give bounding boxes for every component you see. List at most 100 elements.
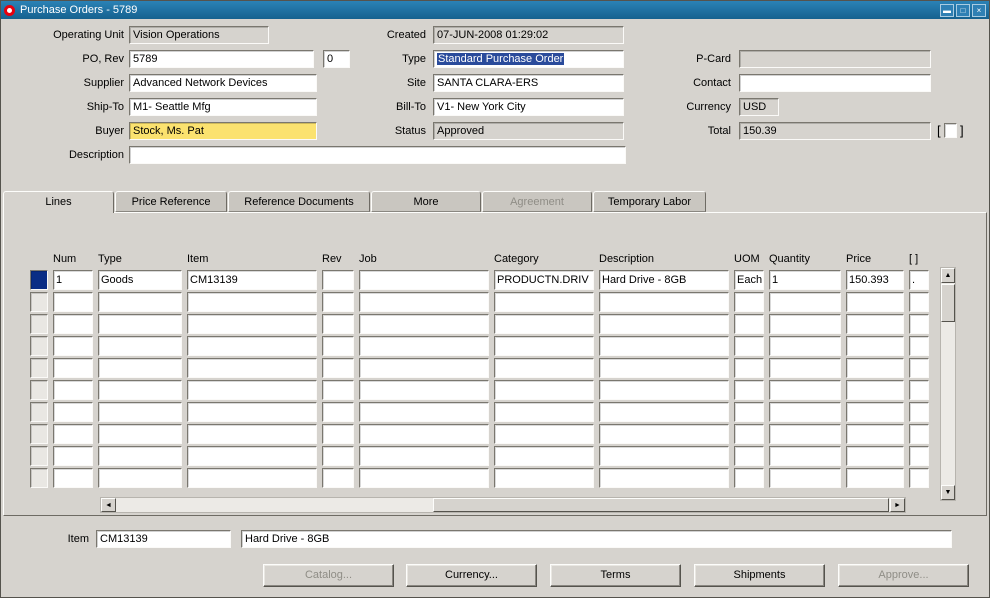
cell-flag[interactable] (909, 380, 929, 400)
cell-quantity[interactable] (769, 358, 841, 378)
table-row[interactable] (30, 380, 929, 400)
cell-job[interactable] (359, 358, 489, 378)
cell-price[interactable] (846, 468, 904, 488)
titlebar[interactable]: Purchase Orders - 5789 ▬ □ × (1, 1, 989, 19)
cell-category[interactable] (494, 380, 594, 400)
table-row[interactable] (30, 314, 929, 334)
cell-description[interactable] (599, 314, 729, 334)
cell-type[interactable] (98, 292, 182, 312)
cell-type[interactable] (98, 314, 182, 334)
cell-uom[interactable]: Each (734, 270, 764, 290)
horizontal-scroll-thumb[interactable] (433, 498, 889, 512)
cell-type[interactable] (98, 446, 182, 466)
cell-num[interactable] (53, 314, 93, 334)
cell-category[interactable] (494, 292, 594, 312)
cell-description[interactable] (599, 380, 729, 400)
cell-item[interactable] (187, 468, 317, 488)
bill-to-field[interactable]: V1- New York City (433, 98, 624, 116)
cell-price[interactable]: 150.393 (846, 270, 904, 290)
cell-flag[interactable] (909, 336, 929, 356)
cell-quantity[interactable] (769, 336, 841, 356)
supplier-field[interactable]: Advanced Network Devices (129, 74, 317, 92)
cell-num[interactable] (53, 424, 93, 444)
cell-uom[interactable] (734, 292, 764, 312)
cell-uom[interactable] (734, 446, 764, 466)
cell-uom[interactable] (734, 336, 764, 356)
po-rev-field[interactable]: 0 (323, 50, 350, 68)
cell-uom[interactable] (734, 424, 764, 444)
row-selector[interactable] (30, 380, 48, 400)
cell-flag[interactable] (909, 292, 929, 312)
table-row[interactable] (30, 402, 929, 422)
cell-rev[interactable] (322, 314, 354, 334)
cell-num[interactable] (53, 446, 93, 466)
cell-flag[interactable] (909, 402, 929, 422)
cell-description[interactable] (599, 292, 729, 312)
table-row[interactable] (30, 292, 929, 312)
row-selector[interactable] (30, 446, 48, 466)
cell-rev[interactable] (322, 380, 354, 400)
cell-job[interactable] (359, 402, 489, 422)
table-row[interactable] (30, 446, 929, 466)
cell-num[interactable] (53, 380, 93, 400)
scroll-down-icon[interactable]: ▼ (941, 485, 955, 500)
cell-item[interactable] (187, 424, 317, 444)
cell-description[interactable] (599, 468, 729, 488)
row-selector[interactable] (30, 336, 48, 356)
cell-type[interactable] (98, 336, 182, 356)
footer-item-field[interactable]: CM13139 (96, 530, 231, 548)
cell-item[interactable] (187, 402, 317, 422)
maximize-button[interactable]: □ (956, 3, 970, 17)
cell-rev[interactable] (322, 446, 354, 466)
table-row[interactable] (30, 336, 929, 356)
cell-flag[interactable] (909, 358, 929, 378)
cell-price[interactable] (846, 380, 904, 400)
cell-description[interactable] (599, 424, 729, 444)
cell-uom[interactable] (734, 402, 764, 422)
ship-to-field[interactable]: M1- Seattle Mfg (129, 98, 317, 116)
cell-num[interactable] (53, 402, 93, 422)
cell-price[interactable] (846, 402, 904, 422)
cell-job[interactable] (359, 336, 489, 356)
cell-job[interactable] (359, 270, 489, 290)
cell-description[interactable] (599, 358, 729, 378)
cell-flag[interactable] (909, 468, 929, 488)
cell-job[interactable] (359, 292, 489, 312)
cell-category[interactable] (494, 424, 594, 444)
cell-uom[interactable] (734, 358, 764, 378)
table-row[interactable]: 1 Goods CM13139 PRODUCTN.DRIV Hard Drive - 8… (30, 270, 929, 290)
cell-price[interactable] (846, 424, 904, 444)
cell-uom[interactable] (734, 314, 764, 334)
vertical-scroll-thumb[interactable] (941, 284, 955, 322)
cell-price[interactable] (846, 446, 904, 466)
cell-job[interactable] (359, 380, 489, 400)
contact-field[interactable] (739, 74, 931, 92)
tab-reference-documents[interactable]: Reference Documents (228, 191, 370, 212)
cell-item[interactable] (187, 446, 317, 466)
cell-item[interactable] (187, 336, 317, 356)
cell-category[interactable] (494, 314, 594, 334)
cell-category[interactable] (494, 446, 594, 466)
cell-type[interactable] (98, 468, 182, 488)
cell-uom[interactable] (734, 380, 764, 400)
cell-num[interactable]: 1 (53, 270, 93, 290)
tab-price-reference[interactable]: Price Reference (115, 191, 227, 212)
close-button[interactable]: × (972, 3, 986, 17)
cell-job[interactable] (359, 424, 489, 444)
cell-rev[interactable] (322, 270, 354, 290)
cell-category[interactable] (494, 358, 594, 378)
cell-num[interactable] (53, 358, 93, 378)
row-selector[interactable] (30, 270, 48, 290)
scroll-left-icon[interactable]: ◄ (101, 498, 116, 512)
row-selector[interactable] (30, 358, 48, 378)
cell-description[interactable] (599, 446, 729, 466)
cell-flag[interactable]: . (909, 270, 929, 290)
currency-button[interactable]: Currency... (406, 564, 537, 587)
cell-rev[interactable] (322, 336, 354, 356)
scroll-up-icon[interactable]: ▲ (941, 268, 955, 283)
row-selector[interactable] (30, 468, 48, 488)
row-selector[interactable] (30, 292, 48, 312)
description-field[interactable] (129, 146, 626, 164)
cell-flag[interactable] (909, 446, 929, 466)
cell-description[interactable] (599, 402, 729, 422)
